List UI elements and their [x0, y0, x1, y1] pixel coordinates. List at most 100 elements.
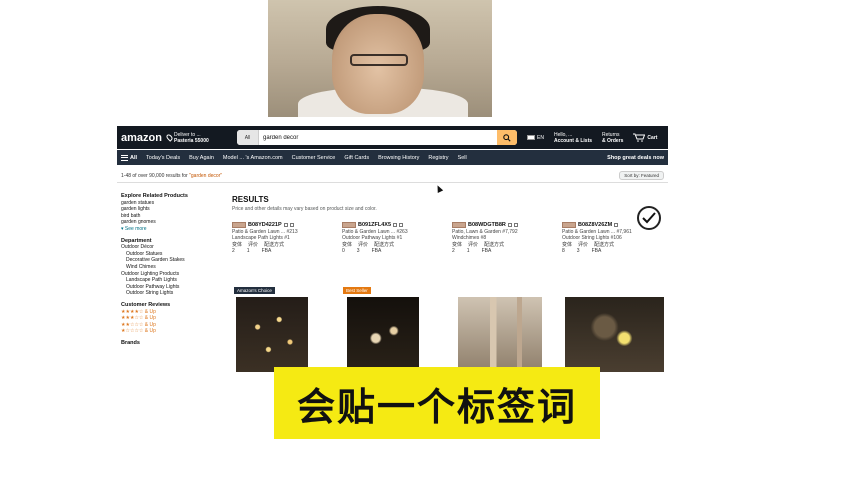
results-subheading: Price and other details may vary based o… — [232, 206, 377, 212]
related-item[interactable]: garden statues — [121, 200, 221, 207]
asin-code[interactable]: B091ZFL4X5 — [358, 222, 391, 229]
all-label: All — [130, 154, 138, 161]
flag-icon — [527, 135, 535, 140]
review-label: 评价 — [578, 241, 589, 248]
review-label: 评价 — [468, 241, 479, 248]
cart-button[interactable]: Cart — [633, 133, 657, 142]
related-item[interactable]: garden lights — [121, 206, 221, 213]
language-selector[interactable]: EN — [527, 135, 544, 141]
see-more-label: See more — [124, 225, 147, 232]
variant-value: 2 — [232, 248, 235, 255]
review-label: 评价 — [248, 241, 259, 248]
chart-icon[interactable] — [289, 223, 294, 228]
nav-gift-cards[interactable]: Gift Cards — [344, 155, 369, 161]
all-menu-button[interactable]: All — [121, 154, 138, 161]
review-value: 1 — [246, 248, 250, 255]
nav-registry[interactable]: Registry — [428, 155, 448, 161]
asin-code[interactable]: B08YD4221P — [248, 222, 282, 229]
chart-icon[interactable] — [513, 223, 518, 228]
returns-orders[interactable]: Returns & Orders — [602, 132, 623, 144]
copy-icon[interactable] — [507, 223, 512, 228]
review-value: 3 — [356, 248, 360, 255]
department-subitem[interactable]: Outdoor Statues — [121, 251, 221, 258]
person-glasses — [350, 54, 408, 66]
department-subitem[interactable]: Outdoor Pathway Lights — [121, 284, 221, 291]
asin-card: B08YD4221P Patio & Garden Lawn ... #213 … — [232, 222, 332, 255]
results-count: 1-48 of over 90,000 results for — [121, 172, 188, 179]
asin-card: B08WDGTB8R Patio, Lawn & Garden #7,792 W… — [452, 222, 552, 255]
asin-subrank: Windchimes #8 — [452, 235, 487, 242]
sort-dropdown[interactable]: Sort by: Featured — [619, 171, 664, 180]
product-image[interactable] — [565, 297, 664, 372]
product-image[interactable] — [458, 297, 542, 372]
account-lists[interactable]: Hello, ... Account & Lists — [554, 132, 592, 144]
nav-browsing-history[interactable]: Browsing History — [378, 155, 419, 161]
related-item[interactable]: garden gnomes — [121, 219, 221, 226]
review-value: 3 — [576, 248, 580, 255]
asin-subrank: Outdoor Pathway Lights #1 — [342, 235, 403, 242]
review-filter[interactable]: ★★☆☆☆ & Up — [121, 322, 221, 329]
search-category-select[interactable]: All — [237, 130, 259, 145]
search-icon — [503, 133, 511, 142]
fulfillment-value: FBA — [591, 248, 602, 255]
hamburger-icon — [121, 154, 128, 161]
review-filter[interactable]: ★★★☆☆ & Up — [121, 315, 221, 322]
returns-line2: & Orders — [602, 137, 624, 144]
chart-icon[interactable] — [399, 223, 404, 228]
product-image[interactable] — [236, 297, 308, 372]
fulfillment-label: 配送方式 — [594, 241, 615, 248]
nav-buy-again[interactable]: Buy Again — [189, 155, 214, 161]
variant-label: 变体 — [232, 241, 243, 248]
results-heading: RESULTS — [232, 195, 269, 204]
filter-sidebar: Explore Related Products garden statues … — [121, 193, 221, 346]
variant-value: 2 — [452, 248, 455, 255]
department-subitem[interactable]: Wind Chimes — [121, 264, 221, 271]
cart-label: Cart — [647, 134, 658, 141]
asin-rank: Patio & Garden Lawn ... #263 — [342, 228, 408, 235]
asin-code[interactable]: B08WDGTB8R — [468, 222, 506, 229]
copy-icon[interactable] — [283, 223, 288, 228]
amazon-logo[interactable]: amazon — [121, 132, 167, 144]
amazon-header: amazon Deliver to ... Pasteria 55000 All… — [117, 126, 668, 149]
nav-sell[interactable]: Sell — [458, 155, 467, 161]
nav-customer-service[interactable]: Customer Service — [292, 155, 336, 161]
copy-icon[interactable] — [614, 223, 619, 228]
department-item[interactable]: Outdoor Lighting Products — [121, 271, 221, 278]
product-image[interactable] — [347, 297, 419, 372]
variant-value: 0 — [342, 248, 345, 255]
department-subitem[interactable]: Outdoor String Lights — [121, 290, 221, 297]
search-button[interactable] — [497, 130, 517, 145]
related-item[interactable]: bird bath — [121, 213, 221, 220]
variant-value: 8 — [562, 248, 565, 255]
see-more-link[interactable]: ▾ See more — [121, 226, 221, 233]
review-filter[interactable]: ★★★★☆ & Up — [121, 309, 221, 316]
amazons-choice-badge: Amazon's Choice — [234, 287, 275, 294]
related-heading: Explore Related Products — [121, 193, 188, 199]
fulfillment-label: 配送方式 — [374, 241, 395, 248]
department-subitem[interactable]: Decorative Garden Stakes — [121, 257, 221, 264]
nav-user-amazon[interactable]: Model ... 's Amazon.com — [223, 155, 283, 161]
fulfillment-label: 配送方式 — [264, 241, 285, 248]
account-line2: Account & Lists — [553, 137, 593, 144]
variant-label: 变体 — [342, 241, 353, 248]
mouse-cursor-icon — [434, 184, 444, 193]
language-label: EN — [537, 134, 544, 141]
department-subitem[interactable]: Landscape Path Lights — [121, 277, 221, 284]
asin-code[interactable]: B08Z8V26ZM — [578, 222, 612, 229]
nav-todays-deals[interactable]: Today's Deals — [146, 155, 180, 161]
search-input[interactable] — [259, 130, 497, 145]
asin-info-row: B08YD4221P Patio & Garden Lawn ... #213 … — [232, 222, 662, 255]
plugin-badge-icon — [342, 222, 356, 229]
amazon-nav: All Today's Deals Buy Again Model ... 's… — [117, 150, 668, 165]
review-filter[interactable]: ★☆☆☆☆ & Up — [121, 328, 221, 335]
search-bar: All — [237, 130, 517, 145]
fulfillment-value: FBA — [481, 248, 492, 255]
department-item[interactable]: Outdoor Décor — [121, 244, 221, 251]
fulfillment-value: FBA — [261, 248, 272, 255]
plugin-badge-icon — [452, 222, 466, 229]
location-pin-icon — [165, 133, 174, 142]
nav-promo[interactable]: Shop great deals now — [607, 155, 664, 161]
copy-icon[interactable] — [393, 223, 398, 228]
deliver-to[interactable]: Deliver to ... Pasteria 55000 — [165, 132, 237, 144]
plugin-badge-icon — [562, 222, 576, 229]
